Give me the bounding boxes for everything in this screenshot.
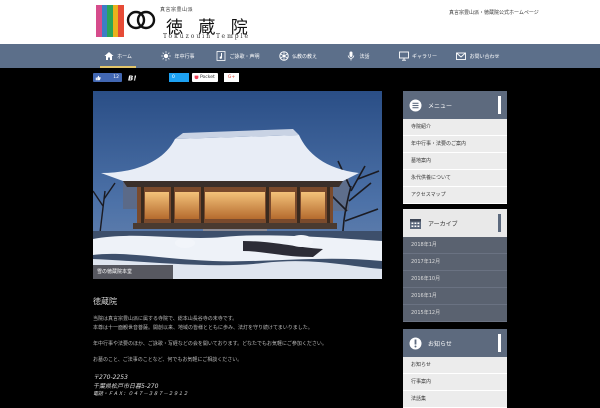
nav-label: お問い合わせ [469, 53, 500, 60]
nav-item-contact[interactable]: お問い合わせ [448, 44, 508, 68]
widget-bar [498, 334, 501, 352]
dharma-wheel-icon [279, 51, 289, 61]
sidebar-menu-item[interactable]: 寺院紹介 [403, 119, 507, 136]
photo-caption: 雪の徳蔵院本堂 [97, 269, 133, 275]
stripe-red [118, 5, 124, 37]
sun-icon [161, 51, 172, 61]
microphone-icon [348, 51, 355, 61]
facebook-like-button[interactable]: 12 [93, 73, 122, 82]
hatena-bookmark-icon: B! [128, 74, 137, 82]
widget-header: アーカイブ [403, 209, 507, 237]
hatena-bookmark-button[interactable]: B! [128, 73, 144, 82]
postal-code: 〒270-2253 [93, 374, 128, 381]
section-title: 徳蔵院 [93, 297, 117, 306]
pocket-button[interactable]: Pocket [192, 73, 218, 82]
sidebar-menu-item[interactable]: アクセスマップ [403, 187, 507, 204]
nav-label: 法話 [359, 53, 370, 60]
paragraph: 当院は真言宗豊山派に属する寺院で、総本山長谷寺の末寺です。 [93, 316, 238, 322]
nav-item-teachings[interactable]: 仏教の教え [268, 44, 328, 68]
sidebar-info-widget: お知らせ お知らせ 行事案内 法話集 [403, 329, 507, 408]
nav-item-sermon[interactable]: 法話 [328, 44, 388, 68]
monitor-icon [399, 51, 409, 61]
home-icon [104, 52, 114, 60]
sect-name: 真言宗豊山派 [160, 7, 194, 13]
site-subtitle: Tokuzouin Temple [163, 33, 251, 40]
info-item[interactable]: お知らせ [403, 357, 507, 374]
site-tagline: 真言宗豊山派・徳蔵院公式ホームページ [449, 10, 539, 16]
info-item[interactable]: 行事案内 [403, 374, 507, 391]
widget-title: メニュー [428, 102, 453, 110]
nav-item-gallery[interactable]: ギャラリー [388, 44, 448, 68]
archive-item[interactable]: 2018年1月 [403, 237, 507, 254]
nav-label: ギャラリー [411, 53, 437, 60]
gplus-label: G+ [227, 75, 236, 80]
sidebar-menu-item[interactable]: 年中行事・法要のご案内 [403, 136, 507, 153]
global-nav: ホーム 年中行事 ご詠歌・声明 仏教の教え 法話 ギャラリー お問い合わせ [0, 44, 600, 68]
archive-item[interactable]: 2016年10月 [403, 271, 507, 288]
widget-title: アーカイブ [428, 220, 458, 228]
google-plus-button[interactable]: G+ [224, 73, 239, 82]
temple-photo [93, 91, 382, 279]
exclamation-icon [409, 337, 422, 349]
sidebar-menu-widget: メニュー 寺院紹介 年中行事・法要のご案内 墓地案内 永代供養について アクセス… [403, 91, 507, 204]
widget-bar [498, 96, 501, 114]
nav-label: ホーム [117, 53, 132, 60]
widget-title: お知らせ [428, 340, 452, 348]
widget-header: メニュー [403, 91, 507, 119]
archive-item[interactable]: 2017年12月 [403, 254, 507, 271]
archive-item[interactable]: 2015年12月 [403, 305, 507, 322]
nav-item-home[interactable]: ホーム [88, 44, 148, 68]
mail-icon [456, 52, 467, 60]
paragraph: 本尊は十一面観世音菩薩。開創以来、地域の皆様とともに歩み、法灯を守り続けてまいり… [93, 325, 313, 331]
phone: 電話・ＦＡＸ：０４７－３８７－２９１２ [93, 391, 189, 397]
archive-item[interactable]: 2016年1月 [403, 288, 507, 305]
nav-label: 仏教の教え [291, 53, 317, 60]
paragraph: 年中行事や法要のほか、ご詠歌・写経などの会を開いております。どなたでもお気軽にご… [93, 341, 327, 347]
address: 千葉県松戸市日暮5-270 [93, 383, 159, 390]
pocket-icon [194, 75, 199, 80]
paragraph: お墓のこと、ご法事のことなど、何でもお気軽にご相談ください。 [93, 357, 243, 363]
svg-text:B!: B! [128, 74, 137, 82]
tweet-count-value: 0 [172, 75, 175, 80]
thumbs-up-icon [95, 75, 101, 80]
nav-item-events[interactable]: 年中行事 [148, 44, 208, 68]
pocket-label: Pocket [200, 75, 215, 80]
nav-label: ご詠歌・声明 [229, 53, 260, 60]
nav-label: 年中行事 [174, 53, 195, 60]
music-icon [217, 51, 226, 61]
sidebar-archive-widget: アーカイブ 2018年1月 2017年12月 2016年10月 2016年1月 … [403, 209, 507, 322]
sidebar-menu-item[interactable]: 墓地案内 [403, 153, 507, 170]
temple-color-stripes [96, 5, 124, 37]
snowy-temple-illustration [93, 91, 382, 279]
sidebar-menu-item[interactable]: 永代供養について [403, 170, 507, 187]
like-count: 12 [113, 75, 119, 80]
menu-icon [409, 99, 422, 111]
nav-item-music[interactable]: ご詠歌・声明 [208, 44, 268, 68]
tweet-count[interactable]: 0 [169, 73, 189, 82]
site-header: 真言宗豊山派 徳 蔵 院 Tokuzouin Temple 真言宗豊山派・徳蔵院… [0, 0, 600, 44]
calendar-icon [410, 218, 421, 229]
widget-header: お知らせ [403, 329, 507, 357]
temple-crest-icon[interactable] [126, 9, 156, 31]
widget-bar [498, 214, 501, 232]
